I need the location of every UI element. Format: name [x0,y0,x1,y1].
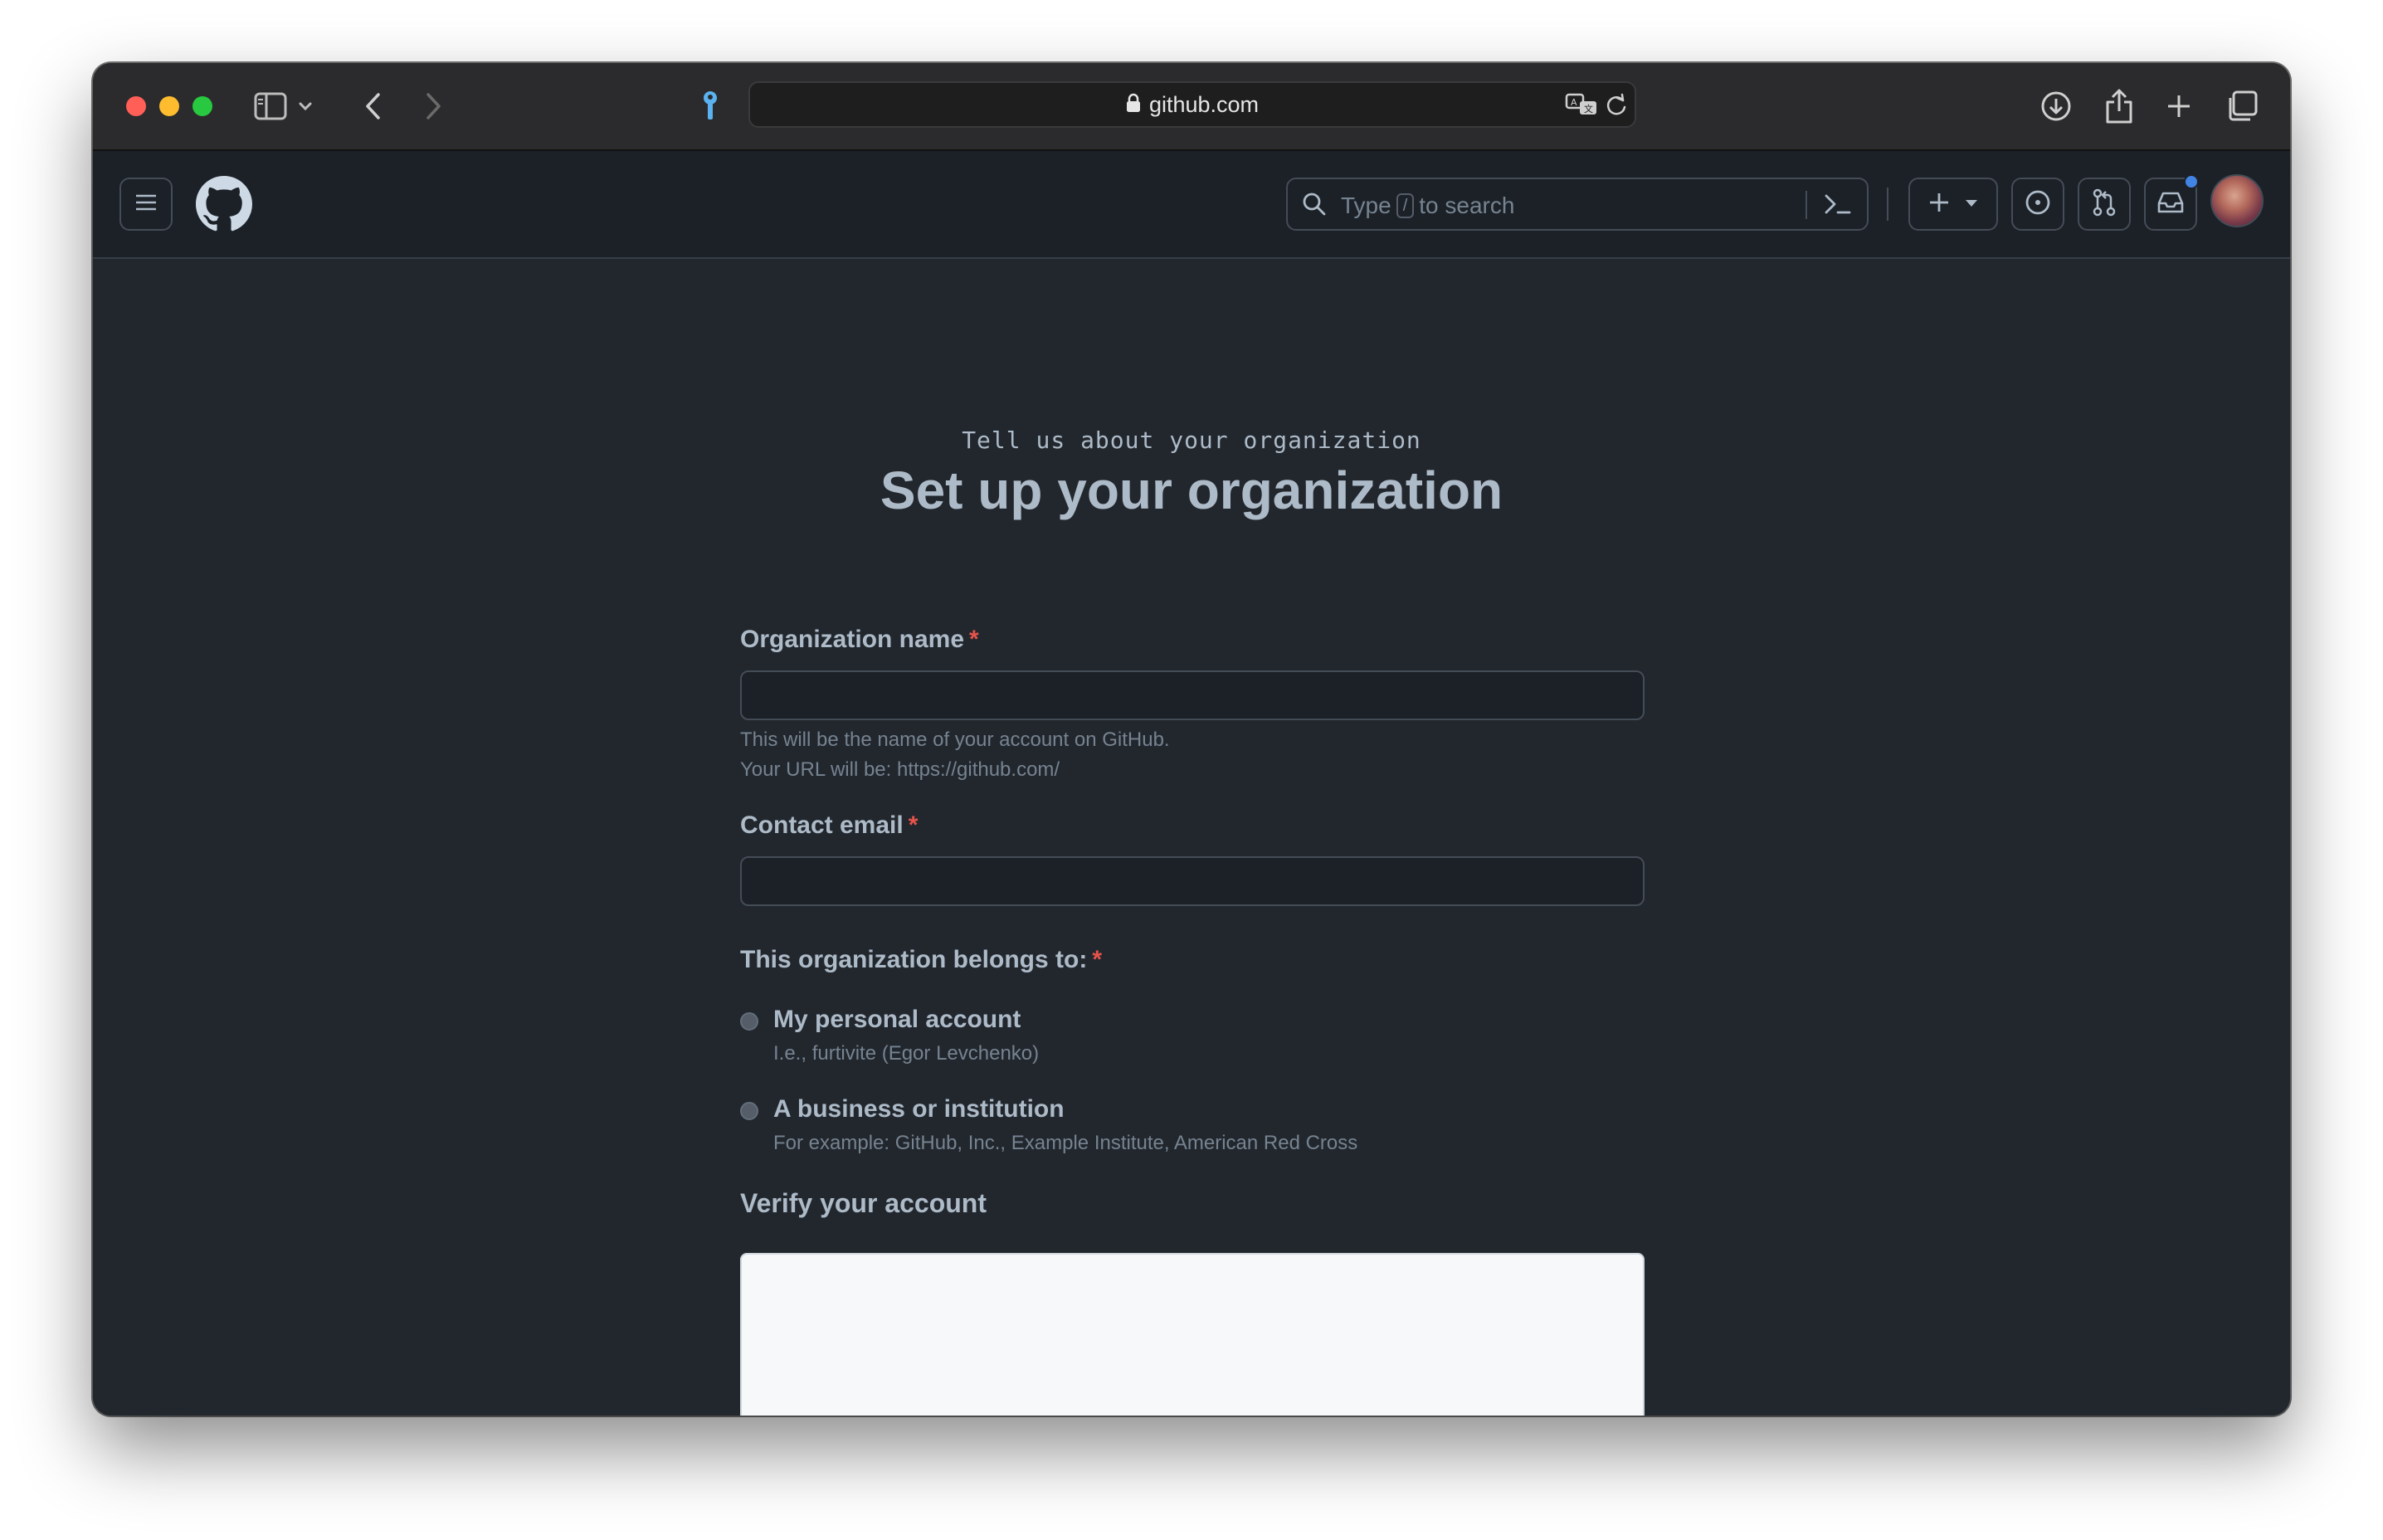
issues-button[interactable] [2011,178,2064,231]
translate-icon[interactable]: A文 [1565,91,1598,122]
pull-requests-button[interactable] [2078,178,2131,231]
page-kicker: Tell us about your organization [962,426,1421,454]
download-icon[interactable] [2036,86,2076,126]
svg-text:文: 文 [1584,103,1593,115]
search-prefix: Type [1341,192,1391,218]
dropdown-caret-icon [1965,197,1978,212]
contact-email-label: Contact email * [740,811,918,840]
new-tab-icon[interactable] [2159,86,2199,126]
personal-account-radio[interactable] [740,1012,758,1031]
command-palette-icon[interactable] [1824,191,1852,222]
captcha-frame[interactable] [740,1253,1645,1416]
pull-requests-icon [2091,188,2117,221]
contact-email-input[interactable] [740,856,1645,906]
share-icon[interactable] [2099,86,2139,126]
page-title: Set up your organization [880,461,1503,520]
sidebar-icon[interactable] [251,86,290,126]
org-name-hint: This will be the name of your account on… [740,729,1170,751]
header-divider [1887,188,1888,221]
github-logo-icon[interactable] [196,176,252,232]
search-input[interactable]: Type / to search [1286,178,1869,231]
main-content: Tell us about your organization Set up y… [93,259,2290,1416]
search-divider [1806,191,1807,219]
search-shortcut-key: / [1396,193,1415,218]
avatar[interactable] [2210,174,2264,227]
belongs-to-label-text: This organization belongs to: [740,946,1088,973]
required-marker: * [969,626,979,653]
personal-account-label[interactable]: My personal account [773,1006,1021,1034]
business-description: For example: GitHub, Inc., Example Insti… [773,1132,1358,1154]
issues-icon [2025,189,2051,220]
browser-window: github.com A文 Type / to search Tell us a… [93,63,2290,1416]
verify-account-heading: Verify your account [740,1188,987,1218]
address-bar[interactable]: github.com A文 [748,81,1636,128]
chevron-down-icon[interactable] [294,86,317,126]
contact-email-label-text: Contact email [740,811,904,839]
notification-indicator [2184,174,2199,189]
password-key-icon[interactable] [690,86,730,126]
business-radio[interactable] [740,1102,758,1120]
lock-icon [1126,93,1141,117]
browser-toolbar: github.com A文 [93,63,2290,151]
create-new-button[interactable] [1908,178,1998,231]
github-header: Type / to search [93,151,2290,259]
business-label[interactable]: A business or institution [773,1095,1065,1123]
hamburger-icon [134,193,158,216]
plus-icon [1928,192,1950,217]
search-icon [1301,191,1328,222]
org-url-hint: Your URL will be: https://github.com/ [740,758,1060,781]
close-window-button[interactable] [126,96,146,116]
menu-button[interactable] [119,178,173,231]
inbox-icon [2156,190,2185,219]
url-text: github.com [1148,91,1260,117]
required-marker: * [1092,946,1103,973]
search-placeholder: Type / to search [1341,192,1514,219]
personal-account-description: I.e., furtivite (Egor Levchenko) [773,1042,1040,1065]
minimize-window-button[interactable] [159,96,179,116]
zoom-window-button[interactable] [192,96,212,116]
search-suffix: to search [1419,192,1515,218]
svg-text:A: A [1571,97,1577,108]
org-name-label-text: Organization name [740,626,965,653]
org-name-input[interactable] [740,670,1645,720]
back-icon[interactable] [353,86,393,126]
reload-icon[interactable] [1605,93,1628,122]
forward-icon[interactable] [413,86,453,126]
tab-overview-icon[interactable] [2222,86,2262,126]
org-name-label: Organization name * [740,626,979,654]
required-marker: * [908,811,919,839]
belongs-to-label: This organization belongs to: * [740,946,1102,974]
